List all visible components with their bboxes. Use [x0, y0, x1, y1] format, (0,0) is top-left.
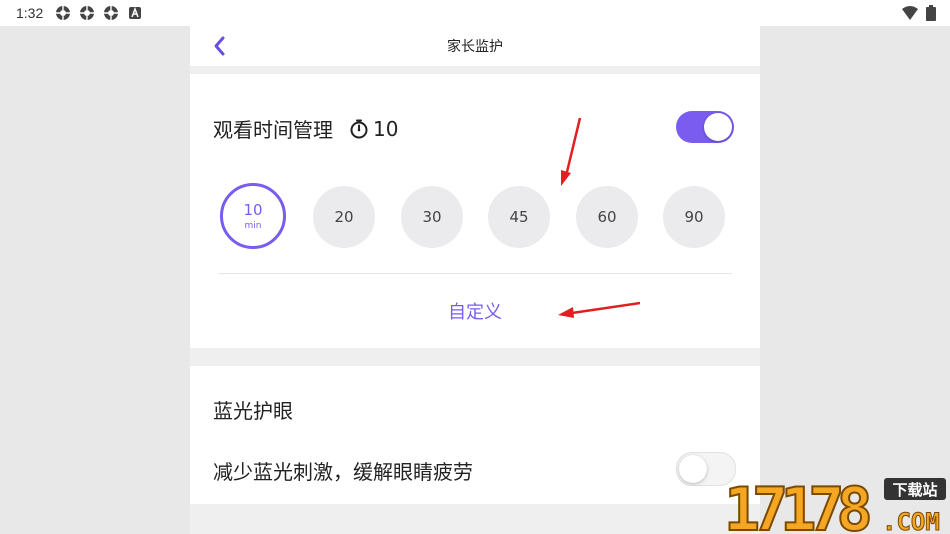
app-screen: 家长监护 观看时间管理 10 10 min 20 30 45 60 90 自定义… — [190, 26, 760, 534]
time-option-value: 30 — [422, 208, 442, 226]
divider — [218, 273, 732, 274]
timer-icon — [350, 119, 368, 138]
watch-time-toggle[interactable] — [676, 111, 734, 143]
time-option-60[interactable]: 60 — [576, 186, 638, 248]
status-notification-icons — [55, 5, 143, 21]
timer-value: 10 — [373, 116, 399, 141]
status-system-icons — [902, 5, 936, 21]
a-badge-icon — [129, 6, 142, 19]
time-option-value: 90 — [684, 208, 704, 226]
watch-time-label: 观看时间管理 — [213, 118, 333, 142]
time-option-30[interactable]: 30 — [401, 186, 463, 248]
time-option-value: 60 — [597, 208, 617, 226]
toggle-knob — [704, 113, 732, 141]
time-option-unit: min — [244, 221, 262, 231]
time-options: 10 min 20 30 45 60 90 — [220, 183, 730, 256]
time-option-10[interactable]: 10 min — [220, 183, 286, 249]
watch-time-header: 观看时间管理 10 — [213, 114, 398, 143]
time-option-value: 10 — [243, 201, 263, 219]
sync-icon — [104, 6, 119, 20]
sync-icon — [56, 6, 71, 20]
page-title: 家长监护 — [447, 39, 503, 55]
site-watermark-logo: 17178 下载站 .COM — [724, 474, 946, 534]
custom-time-button[interactable]: 自定义 — [190, 298, 760, 324]
watermark-number: 17178 — [724, 475, 869, 534]
time-option-value: 20 — [334, 208, 354, 226]
time-option-value: 45 — [509, 208, 529, 226]
watermark-tag: 下载站 — [892, 481, 937, 499]
blue-light-description: 减少蓝光刺激，缓解眼睛疲劳 — [213, 460, 473, 484]
time-option-90[interactable]: 90 — [663, 186, 725, 248]
top-bar: 家长监护 — [190, 26, 760, 66]
status-bar: 1:32 — [0, 0, 950, 26]
watermark-domain: .COM — [882, 508, 940, 534]
sync-icon — [80, 6, 95, 20]
chevron-left-icon[interactable] — [208, 34, 232, 58]
battery-icon — [926, 5, 936, 21]
timer-display: 10 — [349, 117, 398, 141]
time-option-20[interactable]: 20 — [313, 186, 375, 248]
status-time: 1:32 — [16, 5, 44, 21]
blue-light-title: 蓝光护眼 — [213, 399, 293, 423]
toggle-knob — [679, 455, 707, 483]
time-option-45[interactable]: 45 — [488, 186, 550, 248]
blue-light-card: 蓝光护眼 减少蓝光刺激，缓解眼睛疲劳 — [190, 366, 760, 504]
wifi-icon — [902, 6, 918, 20]
watch-time-card: 观看时间管理 10 10 min 20 30 45 60 90 自定义 — [190, 74, 760, 348]
